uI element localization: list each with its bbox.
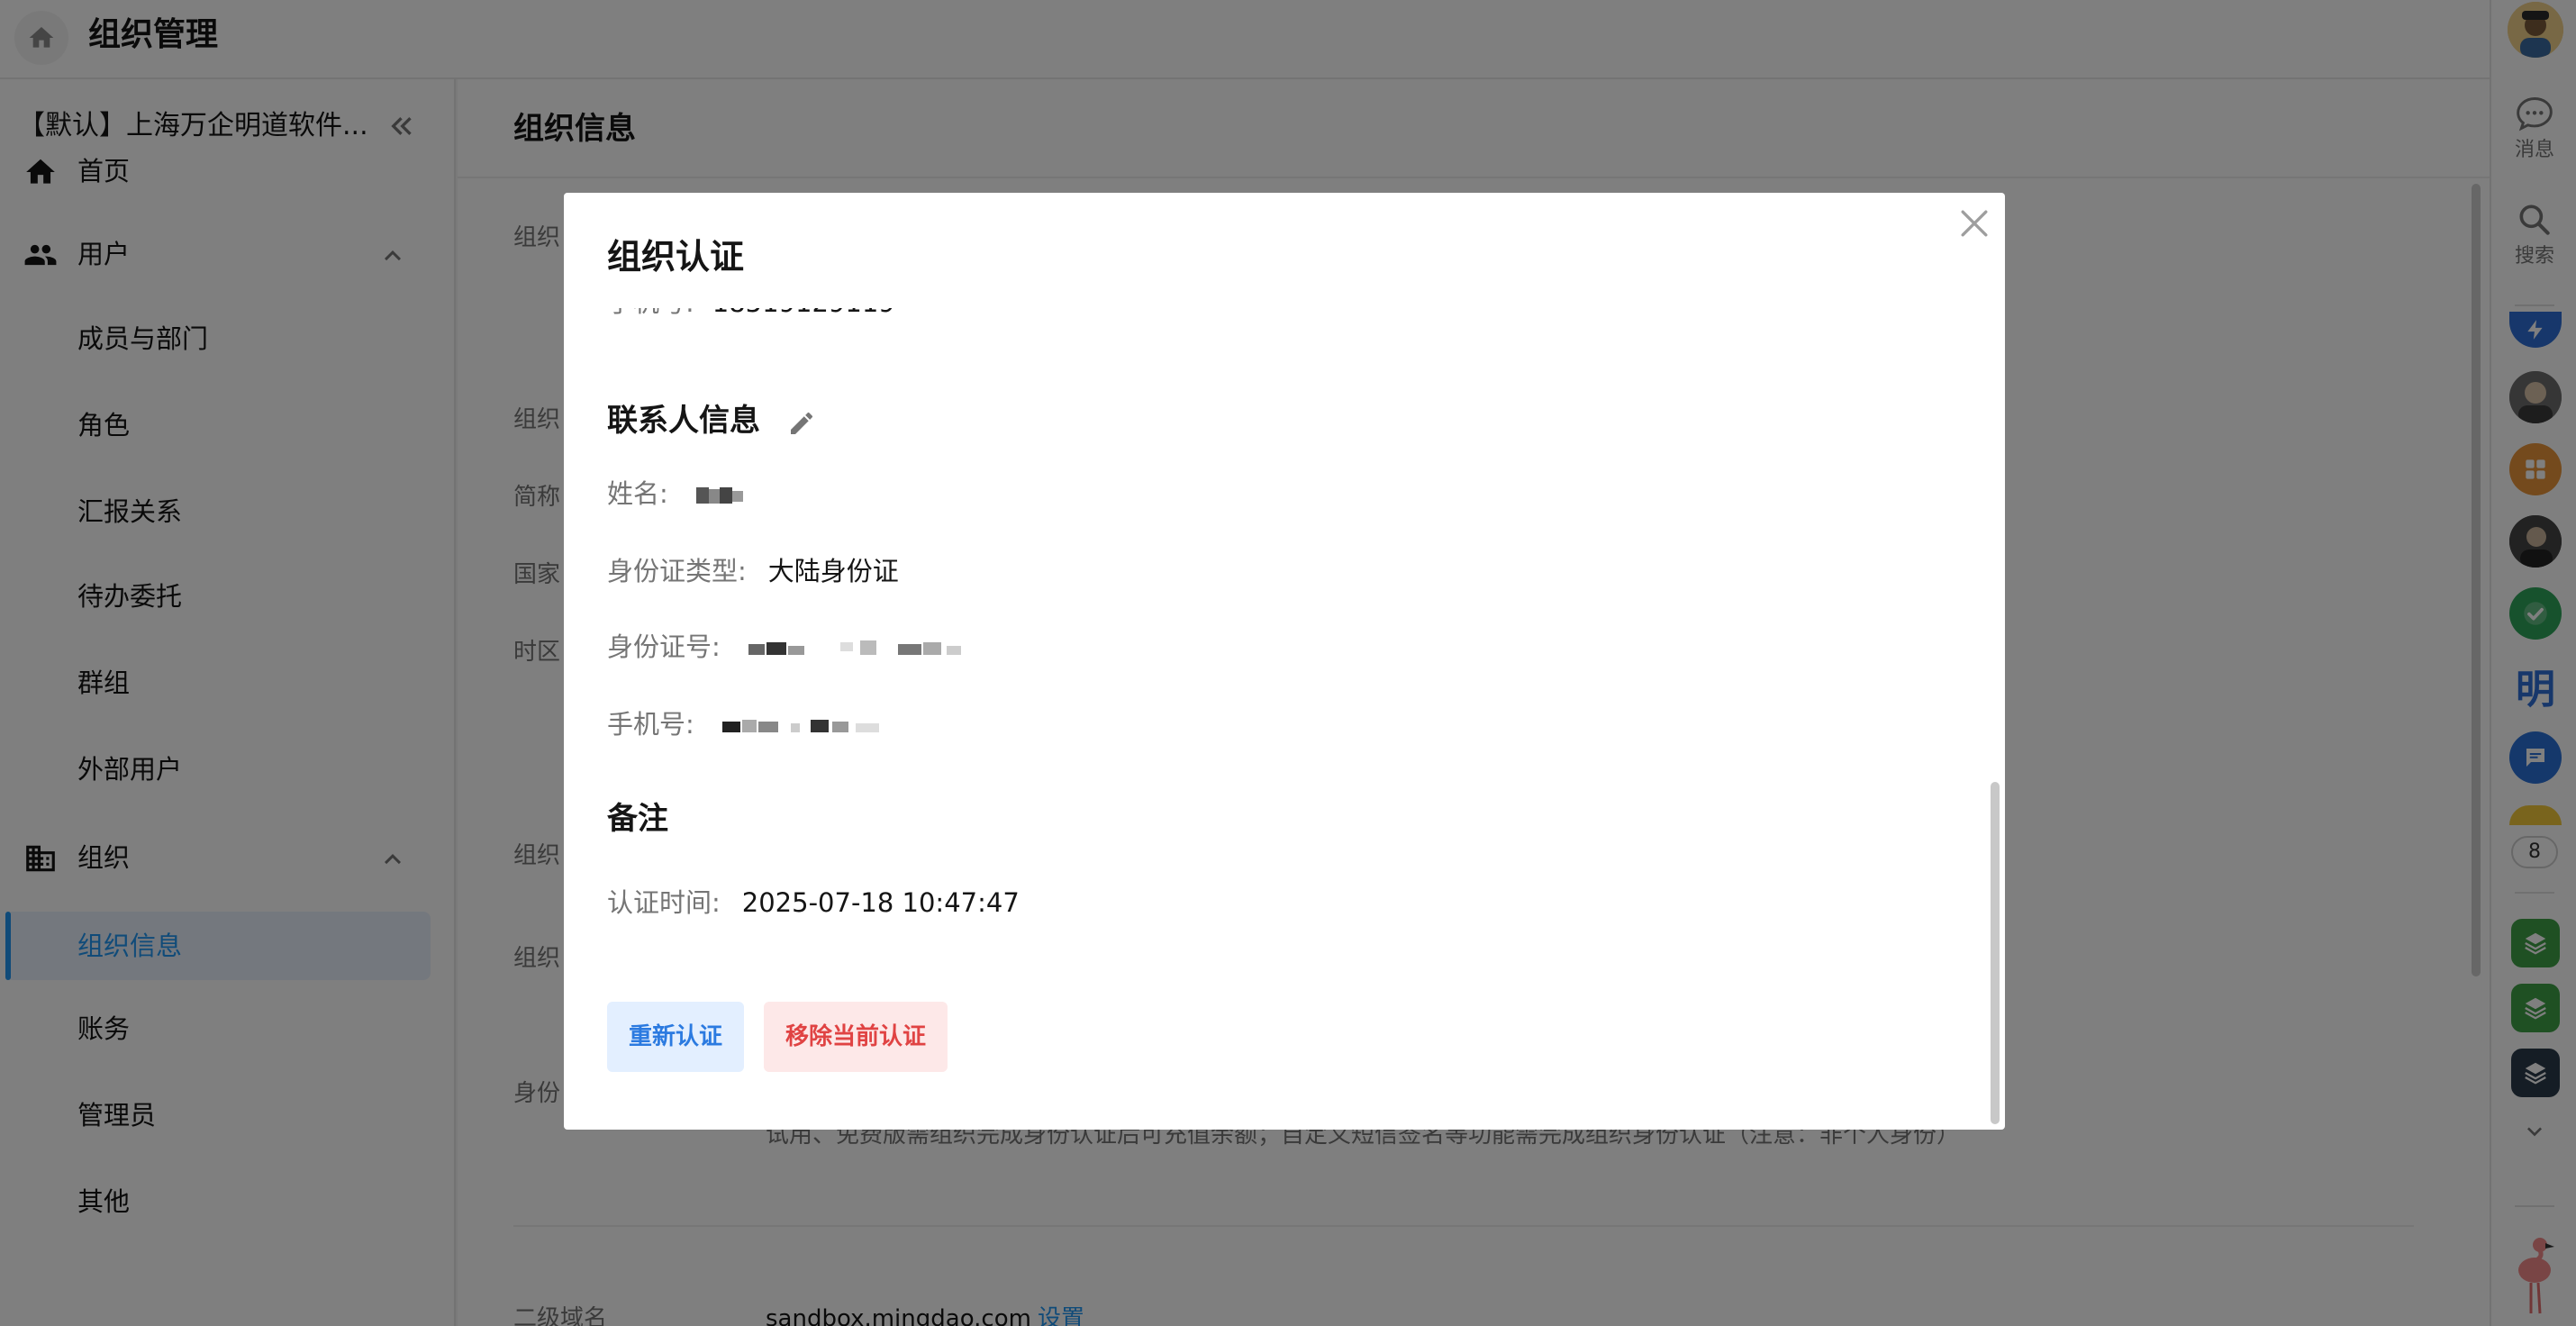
close-icon[interactable] <box>1955 204 1994 243</box>
pencil-icon[interactable] <box>787 409 816 438</box>
id-type-value: 大陆身份证 <box>767 556 899 586</box>
contact-name-row: 姓名: <box>607 474 748 513</box>
id-number-row: 身份证号: <box>607 627 972 667</box>
auth-time-value: 2025-07-18 10:47:47 <box>741 887 1020 918</box>
redacted-id-number <box>748 640 961 655</box>
auth-time-row: 认证时间: 2025-07-18 10:47:47 <box>607 883 1020 922</box>
remove-auth-button[interactable]: 移除当前认证 <box>764 1002 948 1072</box>
dialog-title: 组织认证 <box>607 237 745 277</box>
redacted-name <box>696 487 743 504</box>
redacted-phone-number <box>722 720 879 732</box>
previous-phone-row: 手机号: 18519129119 <box>607 308 895 322</box>
dialog-body: 手机号: 18519129119 联系人信息 姓名: 身份证类型: 大陆身份证 身份… <box>564 308 1987 1130</box>
id-type-label: 身份证类型: <box>607 556 747 586</box>
org-auth-dialog: 组织认证 手机号: 18519129119 联系人信息 姓名: 身份证类型: 大陆身… <box>564 193 2005 1130</box>
remark-section-title: 备注 <box>607 801 668 837</box>
contact-phone-label: 手机号: <box>607 709 694 740</box>
reauth-button[interactable]: 重新认证 <box>607 1002 744 1072</box>
id-type-row: 身份证类型: 大陆身份证 <box>607 551 899 591</box>
contact-section-title: 联系人信息 <box>607 403 760 439</box>
name-label: 姓名: <box>607 478 668 509</box>
phone-value: 18519129119 <box>712 308 895 318</box>
dialog-scrollbar[interactable] <box>1991 782 2000 1124</box>
auth-time-label: 认证时间: <box>607 887 721 918</box>
id-number-label: 身份证号: <box>607 631 721 662</box>
phone-label: 手机号: <box>607 308 694 318</box>
contact-phone-row: 手机号: <box>607 704 901 744</box>
